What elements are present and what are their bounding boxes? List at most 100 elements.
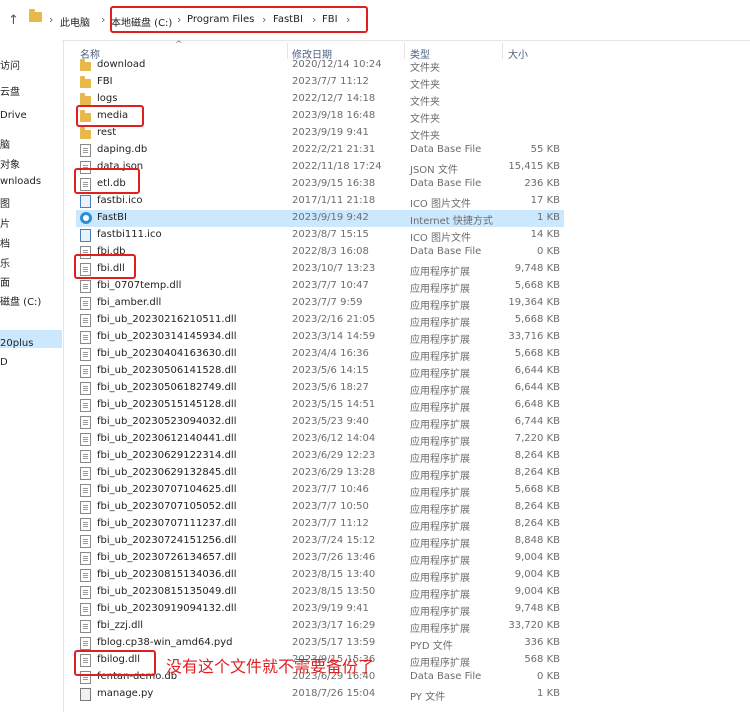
nav-item[interactable]: wnloads: [0, 176, 62, 187]
file-row[interactable]: fbi_ub_20230707111237.dll 2023/7/7 11:12 应…: [76, 516, 564, 533]
file-row[interactable]: fbi_amber.dll 2023/7/7 9:59 应用程序扩展 19,364 K…: [76, 295, 564, 312]
breadcrumb-fastbi[interactable]: FastBI: [273, 14, 303, 25]
file-type: 应用程序扩展: [410, 556, 470, 567]
nav-item[interactable]: Drive: [0, 110, 62, 121]
breadcrumb-fbi[interactable]: FBI: [322, 14, 338, 25]
file-size: 5,668 KB: [514, 314, 560, 325]
chevron-right-icon[interactable]: ›: [346, 13, 350, 26]
nav-item[interactable]: 对象: [0, 156, 62, 171]
file-type: 应用程序扩展: [410, 522, 470, 533]
file-row[interactable]: fbi_ub_20230629122314.dll 2023/6/29 12:23…: [76, 448, 564, 465]
chevron-right-icon[interactable]: ›: [101, 13, 105, 26]
file-type: 应用程序扩展: [410, 539, 470, 550]
nav-item[interactable]: 云盘: [0, 83, 62, 98]
file-row[interactable]: etl.db 2023/9/15 16:38 Data Base File 236 K…: [76, 176, 564, 193]
file-row[interactable]: manage.py 2018/7/26 15:04 PY 文件 1 KB: [76, 686, 564, 703]
folder-icon: [80, 93, 91, 105]
chevron-right-icon[interactable]: ›: [262, 13, 266, 26]
image-file-icon: [80, 195, 91, 208]
file-modified-date: 2022/8/3 16:08: [292, 246, 369, 257]
nav-item[interactable]: 乐: [0, 255, 62, 270]
file-row[interactable]: fbi_ub_20230506141528.dll 2023/5/6 14:15 应…: [76, 363, 564, 380]
file-row[interactable]: fbi_ub_20230515145128.dll 2023/5/15 14:51…: [76, 397, 564, 414]
file-row[interactable]: fbi_ub_20230216210511.dll 2023/2/16 21:05…: [76, 312, 564, 329]
file-row[interactable]: fbi_ub_20230724151256.dll 2023/7/24 15:12…: [76, 533, 564, 550]
file-row[interactable]: fbi_ub_20230726134657.dll 2023/7/26 13:46…: [76, 550, 564, 567]
pane-divider[interactable]: [63, 40, 64, 712]
file-row[interactable]: logs 2022/12/7 14:18 文件夹: [76, 91, 564, 108]
file-icon: [80, 331, 91, 344]
file-row[interactable]: fbi_ub_20230404163630.dll 2023/4/4 16:36 应…: [76, 346, 564, 363]
nav-item[interactable]: 访问: [0, 57, 62, 72]
file-icon: [80, 484, 91, 497]
chevron-right-icon[interactable]: ›: [49, 13, 53, 26]
file-row[interactable]: fbi_ub_20230815134036.dll 2023/8/15 13:40…: [76, 567, 564, 584]
folder-icon: [80, 127, 91, 139]
file-row[interactable]: fbi_ub_20230523094032.dll 2023/5/23 9:40 应…: [76, 414, 564, 431]
file-row[interactable]: daping.db 2022/2/21 21:31 Data Base File 55…: [76, 142, 564, 159]
breadcrumb-this-pc[interactable]: 此电脑: [60, 14, 90, 29]
file-size: 5,668 KB: [514, 348, 560, 359]
file-size: 5,668 KB: [514, 280, 560, 291]
file-modified-date: 2023/5/23 9:40: [292, 416, 369, 427]
file-row[interactable]: fbi_ub_20230815135049.dll 2023/8/15 13:50…: [76, 584, 564, 601]
file-row[interactable]: media 2023/9/18 16:48 文件夹: [76, 108, 564, 125]
file-row[interactable]: fbi_ub_20230314145934.dll 2023/3/14 14:59…: [76, 329, 564, 346]
file-row[interactable]: fbi_ub_20230707104625.dll 2023/7/7 10:46 应…: [76, 482, 564, 499]
nav-item[interactable]: D: [0, 357, 62, 368]
internet-shortcut-icon: [80, 212, 92, 224]
file-row[interactable]: fbi_ub_20230707105052.dll 2023/7/7 10:50 应…: [76, 499, 564, 516]
chevron-right-icon[interactable]: ›: [177, 13, 181, 26]
file-type: 应用程序扩展: [410, 590, 470, 601]
file-row[interactable]: data.json 2022/11/18 17:24 JSON 文件 15,415 K…: [76, 159, 564, 176]
file-row[interactable]: download 2020/12/14 10:24 文件夹: [76, 57, 564, 74]
file-size: 15,415 KB: [508, 161, 560, 172]
breadcrumb-local-disk[interactable]: 本地磁盘 (C:): [111, 14, 172, 29]
file-size: 8,264 KB: [514, 450, 560, 461]
nav-item[interactable]: 档: [0, 235, 62, 250]
file-type: 应用程序扩展: [410, 403, 470, 414]
file-row[interactable]: fblog.cp38-win_amd64.pyd 2023/5/17 13:59 P…: [76, 635, 564, 652]
file-row[interactable]: FastBI 2023/9/19 9:42 Internet 快捷方式 1 KB: [76, 210, 564, 227]
file-row[interactable]: fbi_ub_20230919094132.dll 2023/9/19 9:41 应…: [76, 601, 564, 618]
file-name: fbi.dll: [97, 263, 125, 274]
file-row[interactable]: fbi_ub_20230629132845.dll 2023/6/29 13:28…: [76, 465, 564, 482]
file-size: 8,264 KB: [514, 518, 560, 529]
file-row[interactable]: rest 2023/9/19 9:41 文件夹: [76, 125, 564, 142]
file-row[interactable]: fbi.db 2022/8/3 16:08 Data Base File 0 KB: [76, 244, 564, 261]
file-modified-date: 2023/7/7 11:12: [292, 76, 369, 87]
nav-item[interactable]: 脑: [0, 136, 62, 151]
up-arrow-icon[interactable]: ↑: [8, 13, 19, 28]
address-bar[interactable]: ↑ › 此电脑 › 本地磁盘 (C:) › Program Files › Fa…: [0, 0, 750, 41]
navigation-pane[interactable]: 访问云盘 Drive 脑对象 wnloads 图片档乐面磁盘 (C:) 20plus D: [0, 40, 62, 712]
file-icon: [80, 637, 91, 650]
file-modified-date: 2023/6/29 13:28: [292, 467, 376, 478]
nav-item[interactable]: 面: [0, 274, 62, 289]
file-row[interactable]: fbi.dll 2023/10/7 13:23 应用程序扩展 9,748 KB: [76, 261, 564, 278]
file-row[interactable]: fbi_zzj.dll 2023/3/17 16:29 应用程序扩展 33,720 K…: [76, 618, 564, 635]
chevron-right-icon[interactable]: ›: [312, 13, 316, 26]
file-row[interactable]: fastbi111.ico 2023/8/7 15:15 ICO 图片文件 14 KB: [76, 227, 564, 244]
breadcrumb-program-files[interactable]: Program Files: [187, 14, 254, 25]
file-row[interactable]: FBI 2023/7/7 11:12 文件夹: [76, 74, 564, 91]
file-name: fbi_ub_20230919094132.dll: [97, 603, 237, 614]
nav-item[interactable]: 20plus: [0, 338, 62, 349]
file-icon: [80, 399, 91, 412]
nav-item[interactable]: 磁盘 (C:): [0, 293, 62, 308]
file-icon: [80, 178, 91, 191]
file-name: fbi_ub_20230707104625.dll: [97, 484, 237, 495]
file-type: 应用程序扩展: [410, 488, 470, 499]
folder-icon: [80, 110, 91, 122]
file-row[interactable]: fbi_ub_20230506182749.dll 2023/5/6 18:27 应…: [76, 380, 564, 397]
file-modified-date: 2023/5/6 14:15: [292, 365, 369, 376]
nav-item[interactable]: 片: [0, 215, 62, 230]
file-name: fbi_0707temp.dll: [97, 280, 182, 291]
file-name: fbi_ub_20230707105052.dll: [97, 501, 237, 512]
file-name: fbi_ub_20230707111237.dll: [97, 518, 237, 529]
nav-item[interactable]: 图: [0, 195, 62, 210]
file-row[interactable]: fbi_ub_20230612140441.dll 2023/6/12 14:04…: [76, 431, 564, 448]
file-size: 1 KB: [537, 212, 560, 223]
file-row[interactable]: fastbi.ico 2017/1/11 21:18 ICO 图片文件 17 KB: [76, 193, 564, 210]
file-name: rest: [97, 127, 117, 138]
file-row[interactable]: fbi_0707temp.dll 2023/7/7 10:47 应用程序扩展 5,66…: [76, 278, 564, 295]
